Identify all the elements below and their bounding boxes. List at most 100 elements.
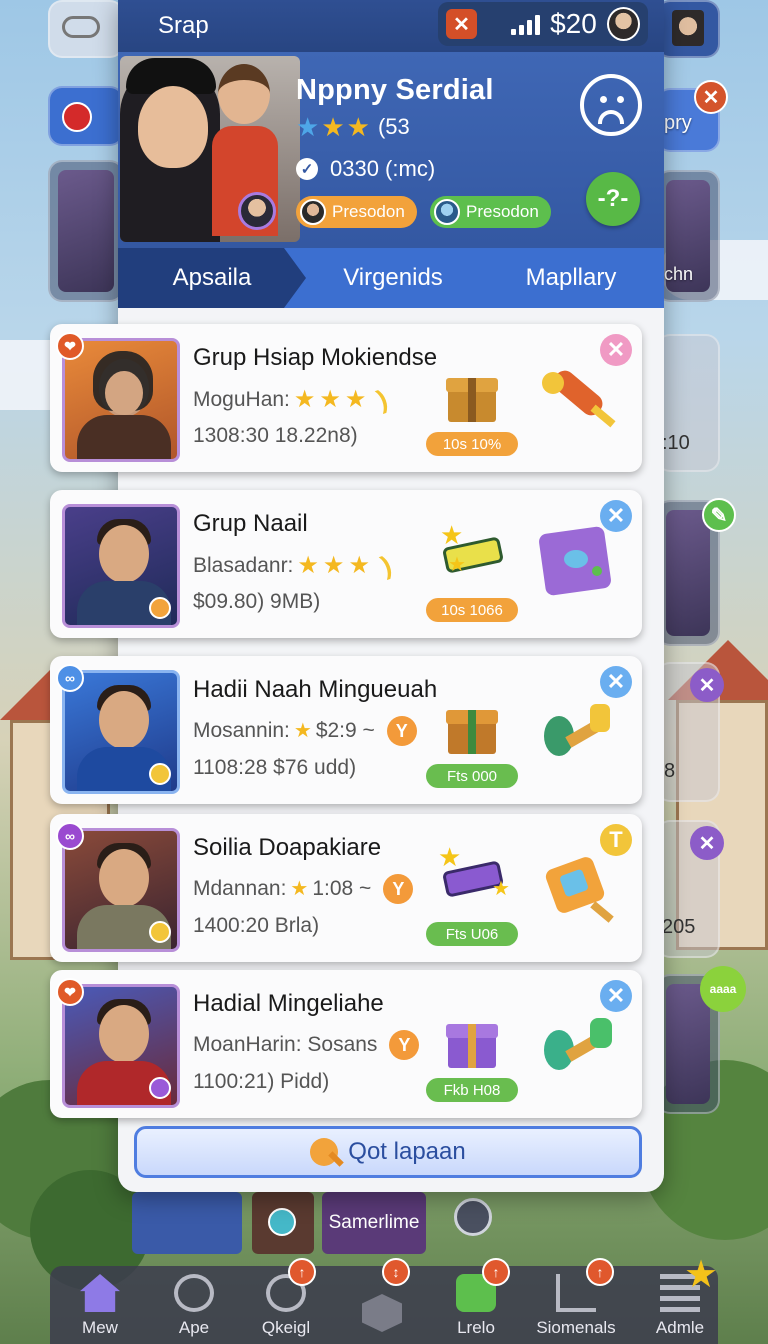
- mini-avatar[interactable]: [238, 192, 276, 230]
- star-icon: ★: [293, 720, 312, 742]
- banana-icon: ): [373, 383, 392, 415]
- body: [77, 415, 171, 459]
- card-time: $09.80) 9MB): [193, 590, 321, 613]
- price-pill[interactable]: 10s 1066: [426, 598, 518, 622]
- coin-icon: [149, 597, 171, 619]
- card-title: Grup Hsiap Mokiendse: [193, 344, 438, 371]
- coin-icon: [149, 763, 171, 785]
- bg-record-panel: [48, 86, 124, 146]
- card-title: Hadii Naah Mingueuah: [193, 676, 438, 703]
- role-pill[interactable]: Presodon: [296, 196, 417, 228]
- list-item[interactable]: ❤ Grup Hsiap Mokiendse MoguHan: ★ ★ ★ ) …: [50, 324, 642, 472]
- key-icon: [310, 1138, 339, 1166]
- list-item[interactable]: Grup Naail Blasadanr: ★ ★ ★ ) $09.80) 9M…: [50, 490, 642, 638]
- ticket-icon: ★ ★: [440, 520, 510, 576]
- heart-icon: ❤: [56, 332, 84, 360]
- card-portrait: [62, 828, 180, 952]
- y-badge-icon: Y: [383, 874, 414, 904]
- card-title: Grup Naail: [193, 510, 308, 537]
- profile-header: Nppny Serdial ★ ★ ★ (53 ✓ 0330 (:mc) Pre…: [118, 52, 664, 248]
- price-pill[interactable]: Fkb H08: [426, 1078, 518, 1102]
- tab-virgenids[interactable]: Virgenids: [308, 248, 478, 308]
- coin-icon: [149, 921, 171, 943]
- close-icon: ✕: [694, 80, 728, 114]
- profile-photo: [120, 56, 300, 242]
- card-title: Hadial Mingeliahe: [193, 990, 384, 1017]
- sad-face-icon[interactable]: [580, 74, 642, 136]
- price-pill[interactable]: 10s 10%: [426, 432, 518, 456]
- card-meta: MoguHan: ★ ★ ★ ): [193, 383, 392, 415]
- card-portrait: [62, 984, 180, 1108]
- bg-weather-panel: [48, 0, 124, 58]
- player-name: Nppny Serdial: [296, 74, 494, 106]
- star-icon: ★: [293, 385, 316, 413]
- star-icon: ★: [321, 112, 345, 142]
- bg-card: :10: [656, 334, 720, 472]
- avatar: [434, 199, 460, 225]
- player-id-text: 0330 (:mc): [330, 156, 436, 181]
- star-icon: ★: [684, 1254, 719, 1296]
- refresh-icon: [454, 1198, 492, 1236]
- nav-label: Admle: [655, 1318, 705, 1337]
- tab-mapllary[interactable]: Mapllary: [478, 248, 664, 308]
- face: [138, 86, 208, 168]
- info-icon[interactable]: T: [600, 824, 632, 856]
- link-icon: ∞: [56, 822, 84, 850]
- close-button[interactable]: ✕: [446, 9, 478, 39]
- star-icon: ★: [348, 551, 370, 579]
- nav-label: Siomenals: [536, 1318, 616, 1337]
- nav-label: Mew: [82, 1318, 118, 1337]
- role-pill-label: Presodon: [466, 202, 539, 221]
- list-item[interactable]: ∞ Hadii Naah Mingueuah Mosannin: ★ $2:9 …: [50, 656, 642, 804]
- face: [105, 371, 143, 415]
- card-meta-label: MoanHarin: Sosans: [193, 1033, 378, 1056]
- card-portrait: [62, 670, 180, 794]
- nav-item-ape[interactable]: Ape: [144, 1266, 244, 1344]
- gift-box-icon: [446, 372, 498, 422]
- role-pill[interactable]: Presodon: [430, 196, 551, 228]
- card-time: 1108:28 $76 udd): [193, 756, 357, 779]
- bottom-nav: Mew Ape ↑ Qkeigl ↕ ↑ Lrelo ↑ Siomenals A…: [50, 1256, 718, 1344]
- nav-item-lrelo[interactable]: ↑ Lrelo: [426, 1258, 526, 1344]
- status-cluster: ✕ $20: [438, 2, 648, 46]
- face: [99, 525, 149, 583]
- nav-label: Qkeigl: [261, 1318, 311, 1337]
- compass-icon: [174, 1274, 214, 1312]
- notification-badge: ↑: [586, 1258, 614, 1286]
- close-icon[interactable]: ✕: [600, 666, 632, 698]
- close-icon[interactable]: ✕: [600, 980, 632, 1012]
- bg-label: 8: [664, 760, 676, 782]
- primary-action-button[interactable]: Qot lapaan: [134, 1126, 642, 1178]
- card-title: Soilia Doapakiare: [193, 834, 382, 861]
- role-pill-label: Presodon: [332, 202, 405, 221]
- modal-topbar: Srap ✕ $20: [118, 0, 664, 52]
- help-button[interactable]: -?-: [586, 172, 640, 226]
- close-icon[interactable]: ✕: [600, 334, 632, 366]
- list-item[interactable]: ❤ Hadial Mingeliahe MoanHarin: Sosans Y …: [50, 970, 642, 1118]
- price-pill[interactable]: Fts U06: [426, 922, 518, 946]
- tab-bar: Apsaila Virgenids Mapllary: [118, 248, 664, 308]
- close-icon[interactable]: ✕: [600, 500, 632, 532]
- bg-label: chn: [664, 264, 694, 284]
- star-icon: ★: [344, 385, 367, 413]
- price-pill[interactable]: Fts 000: [426, 764, 518, 788]
- nav-item-qkeigl[interactable]: ↑ Qkeigl: [236, 1258, 336, 1344]
- nav-item-center[interactable]: ↕: [332, 1258, 432, 1344]
- bg-strip-card: [252, 1192, 314, 1254]
- list-item[interactable]: ∞ Soilia Doapakiare Mdannan: ★ 1:08 ~ Y …: [50, 814, 642, 962]
- star-icon: ★: [319, 385, 341, 413]
- bg-avatar-panel: [656, 0, 720, 58]
- record-icon: [62, 102, 92, 132]
- ticket-icon: ★ ★: [438, 842, 510, 900]
- strip-label: Samerlime: [328, 1212, 420, 1233]
- nav-item-siomenals[interactable]: ↑ Siomenals: [526, 1258, 626, 1344]
- rating: ★ ★ ★ (53: [296, 114, 410, 140]
- avatar[interactable]: [606, 7, 640, 41]
- card-time: 1100:21) Pidd): [193, 1070, 330, 1093]
- tab-apsaila[interactable]: Apsaila: [118, 248, 306, 308]
- star-icon: ★: [297, 551, 319, 579]
- card-portrait: [62, 338, 180, 462]
- verified-icon: ✓: [296, 158, 318, 180]
- bg-portrait-card: [48, 160, 124, 302]
- nav-item-home[interactable]: Mew: [50, 1266, 150, 1344]
